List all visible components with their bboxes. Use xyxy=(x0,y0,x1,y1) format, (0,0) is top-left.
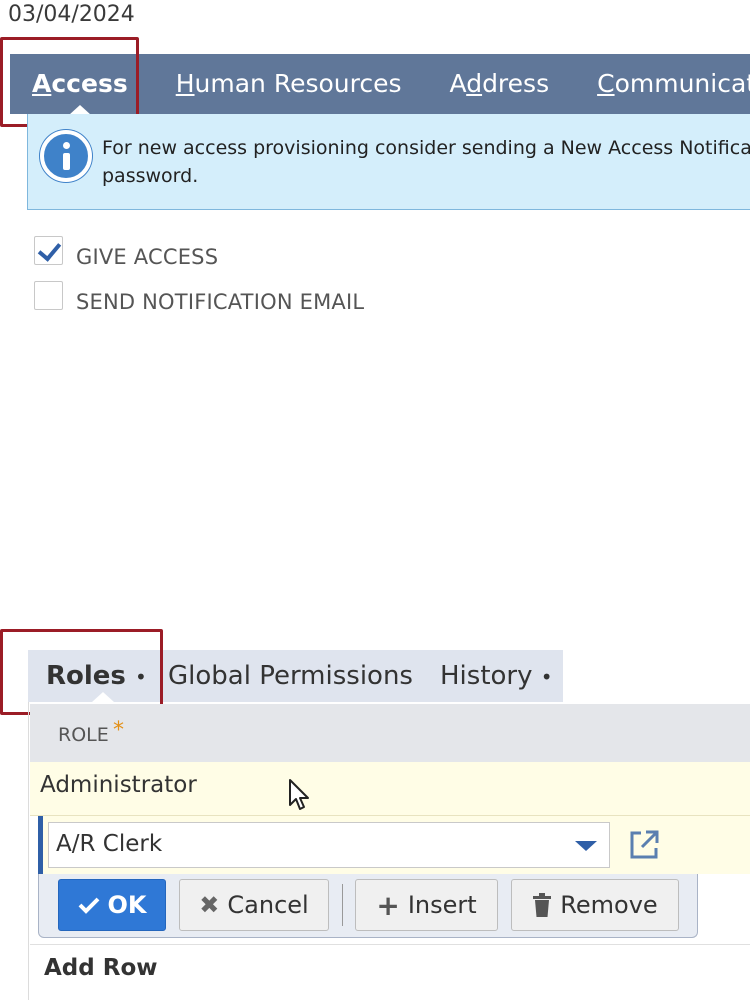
tab-communication-label: Communicati xyxy=(597,69,750,98)
remove-button-label: Remove xyxy=(560,891,658,919)
tab-communication[interactable]: Communicati xyxy=(597,54,750,114)
table-row[interactable]: Administrator xyxy=(30,762,750,816)
add-row-label: Add Row xyxy=(44,955,158,981)
required-asterisk: * xyxy=(113,718,124,743)
plus-icon: + xyxy=(376,888,400,922)
tab-human-resources-label: Human Resources xyxy=(175,69,402,98)
subtab-history-dot: • xyxy=(540,665,553,689)
subtab-global-permissions-label: Global Permissions xyxy=(168,661,413,691)
button-divider xyxy=(342,884,343,926)
info-banner-text: For new access provisioning consider sen… xyxy=(102,134,750,190)
send-notification-row: SEND NOTIFICATION EMAIL xyxy=(34,276,364,314)
roles-subtab-highlight xyxy=(0,629,163,715)
give-access-checkbox[interactable] xyxy=(34,235,63,265)
open-external-icon[interactable] xyxy=(627,828,661,862)
tab-address-label: Address xyxy=(449,69,550,98)
insert-button[interactable]: + Insert xyxy=(355,879,498,931)
subtab-history-label: History xyxy=(440,661,533,691)
close-icon: ✖ xyxy=(199,891,220,919)
cancel-button[interactable]: ✖ Cancel xyxy=(179,879,329,931)
subtab-history[interactable]: History • xyxy=(440,650,553,702)
tab-address[interactable]: Address xyxy=(450,54,550,114)
ok-button[interactable]: OK xyxy=(58,879,166,931)
send-notification-label: SEND NOTIFICATION EMAIL xyxy=(76,290,365,314)
role-cell: Administrator xyxy=(40,772,197,798)
date-text: 03/04/2024 xyxy=(8,2,135,27)
insert-button-label: Insert xyxy=(407,891,477,919)
give-access-row: GIVE ACCESS xyxy=(34,231,218,269)
give-access-label: GIVE ACCESS xyxy=(76,245,219,269)
roles-table-header: ROLE * xyxy=(30,704,750,762)
cancel-button-label: Cancel xyxy=(227,891,309,919)
add-row[interactable]: Add Row xyxy=(30,944,750,996)
send-notification-checkbox[interactable] xyxy=(34,280,63,310)
info-banner-line2: password. xyxy=(102,165,199,187)
checkmark-icon xyxy=(78,897,99,914)
role-select[interactable]: A/R Clerk xyxy=(48,822,610,868)
role-select-value: A/R Clerk xyxy=(56,831,163,857)
trash-icon xyxy=(533,893,552,917)
chevron-down-icon[interactable] xyxy=(575,841,597,851)
table-left-border xyxy=(28,702,29,1000)
info-banner: For new access provisioning consider sen… xyxy=(27,114,750,210)
role-column-header: ROLE xyxy=(58,724,109,746)
info-icon xyxy=(40,130,92,182)
remove-button[interactable]: Remove xyxy=(511,879,679,931)
ok-button-label: OK xyxy=(107,891,147,919)
mouse-cursor-icon xyxy=(289,779,309,810)
subtab-global-permissions[interactable]: Global Permissions xyxy=(168,650,413,702)
tab-human-resources[interactable]: Human Resources xyxy=(176,54,402,114)
info-banner-line1: For new access provisioning consider sen… xyxy=(102,137,750,159)
